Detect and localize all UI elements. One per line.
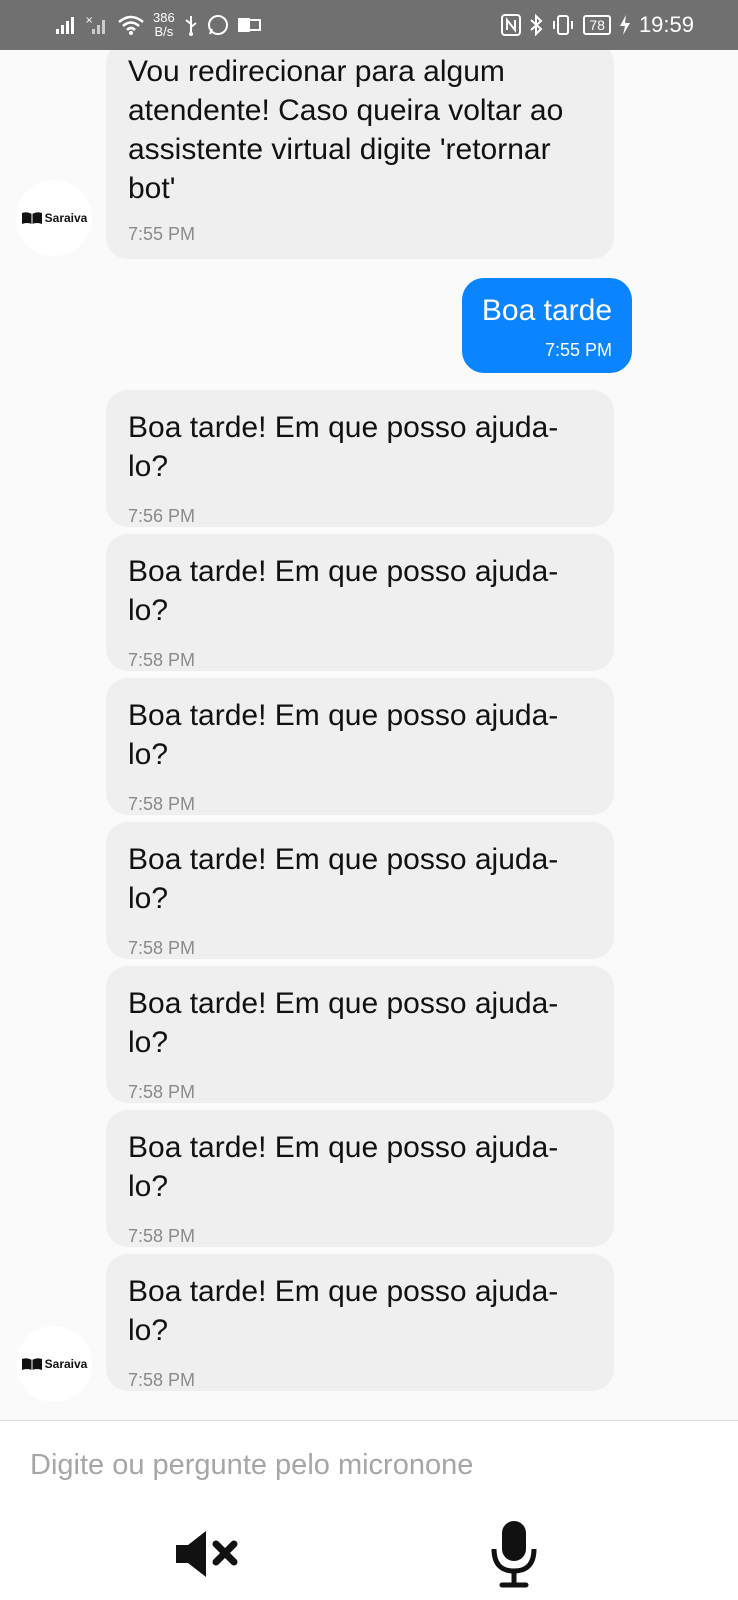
message-time: 7:58 PM (128, 650, 196, 670)
whatsapp-icon (207, 14, 229, 36)
speaker-mute-icon (172, 1528, 242, 1585)
signal-icon (55, 15, 77, 35)
message-time: 7:58 PM (128, 1226, 196, 1246)
battery-icon: 78 (583, 15, 611, 35)
message-time: 7:55 PM (128, 224, 196, 244)
message-time: 7:56 PM (128, 506, 196, 526)
message-time: 7:55 PM (544, 340, 612, 360)
book-icon (21, 211, 43, 225)
charging-icon (619, 14, 631, 36)
chat-thread[interactable]: Vou redirecionar para algum atendente! C… (0, 50, 738, 1420)
status-left: × 386 B/s (55, 11, 261, 39)
message-time: 7:58 PM (128, 794, 196, 814)
signal-x-icon: × (85, 14, 109, 36)
status-right: 78 19:59 (501, 12, 694, 38)
message-text: Vou redirecionar para algum atendente! C… (128, 55, 564, 205)
bot-message: Boa tarde! Em que posso ajuda-lo? 7:58 P… (106, 678, 614, 815)
bot-message: Vou redirecionar para algum atendente! C… (106, 50, 614, 259)
network-speed-value: 386 (153, 10, 175, 25)
bot-avatar-label: Saraiva (44, 1357, 88, 1371)
wifi-icon (117, 14, 145, 36)
clock: 19:59 (638, 12, 694, 37)
microphone-icon (488, 1519, 540, 1594)
bot-message: Boa tarde! Em que posso ajuda-lo? 7:58 P… (106, 966, 614, 1103)
bluetooth-icon (529, 14, 543, 36)
book-icon (21, 1357, 43, 1371)
bot-message: Boa tarde! Em que posso ajuda-lo? 7:58 P… (106, 534, 614, 671)
message-text: Boa tarde (481, 294, 612, 327)
usb-icon (183, 14, 199, 36)
bot-avatar-label: Saraiva (44, 211, 88, 225)
message-time: 7:58 PM (128, 1370, 196, 1390)
message-text: Boa tarde! Em que posso ajuda-lo? (128, 411, 559, 483)
nfc-icon (501, 14, 522, 36)
message-text: Boa tarde! Em que posso ajuda-lo? (128, 843, 559, 915)
user-message: Boa tarde 7:55 PM (461, 278, 632, 373)
microphone-button[interactable] (474, 1519, 554, 1594)
mute-button[interactable] (167, 1521, 247, 1591)
message-text: Boa tarde! Em que posso ajuda-lo? (128, 1131, 559, 1203)
bot-message: Boa tarde! Em que posso ajuda-lo? 7:58 P… (106, 822, 614, 959)
bot-message: Boa tarde! Em que posso ajuda-lo? 7:58 P… (106, 1110, 614, 1247)
bot-avatar: Saraiva (16, 180, 92, 256)
outlook-icon (237, 15, 261, 35)
composer (0, 1420, 738, 1600)
message-time: 7:58 PM (128, 938, 196, 958)
message-time: 7:58 PM (128, 1082, 196, 1102)
message-input[interactable] (30, 1441, 710, 1489)
message-text: Boa tarde! Em que posso ajuda-lo? (128, 555, 559, 627)
vibrate-icon (551, 14, 575, 36)
message-text: Boa tarde! Em que posso ajuda-lo? (128, 699, 559, 771)
network-speed-unit: B/s (154, 24, 174, 39)
status-bar: × 386 B/s 78 19:59 (0, 0, 738, 50)
svg-text:×: × (85, 15, 93, 26)
bot-message: Boa tarde! Em que posso ajuda-lo? 7:56 P… (106, 390, 614, 527)
network-speed: 386 B/s (153, 11, 175, 39)
message-text: Boa tarde! Em que posso ajuda-lo? (128, 1275, 559, 1347)
bot-message: Boa tarde! Em que posso ajuda-lo? 7:58 P… (106, 1254, 614, 1391)
bot-avatar: Saraiva (16, 1326, 92, 1402)
message-text: Boa tarde! Em que posso ajuda-lo? (128, 987, 559, 1059)
